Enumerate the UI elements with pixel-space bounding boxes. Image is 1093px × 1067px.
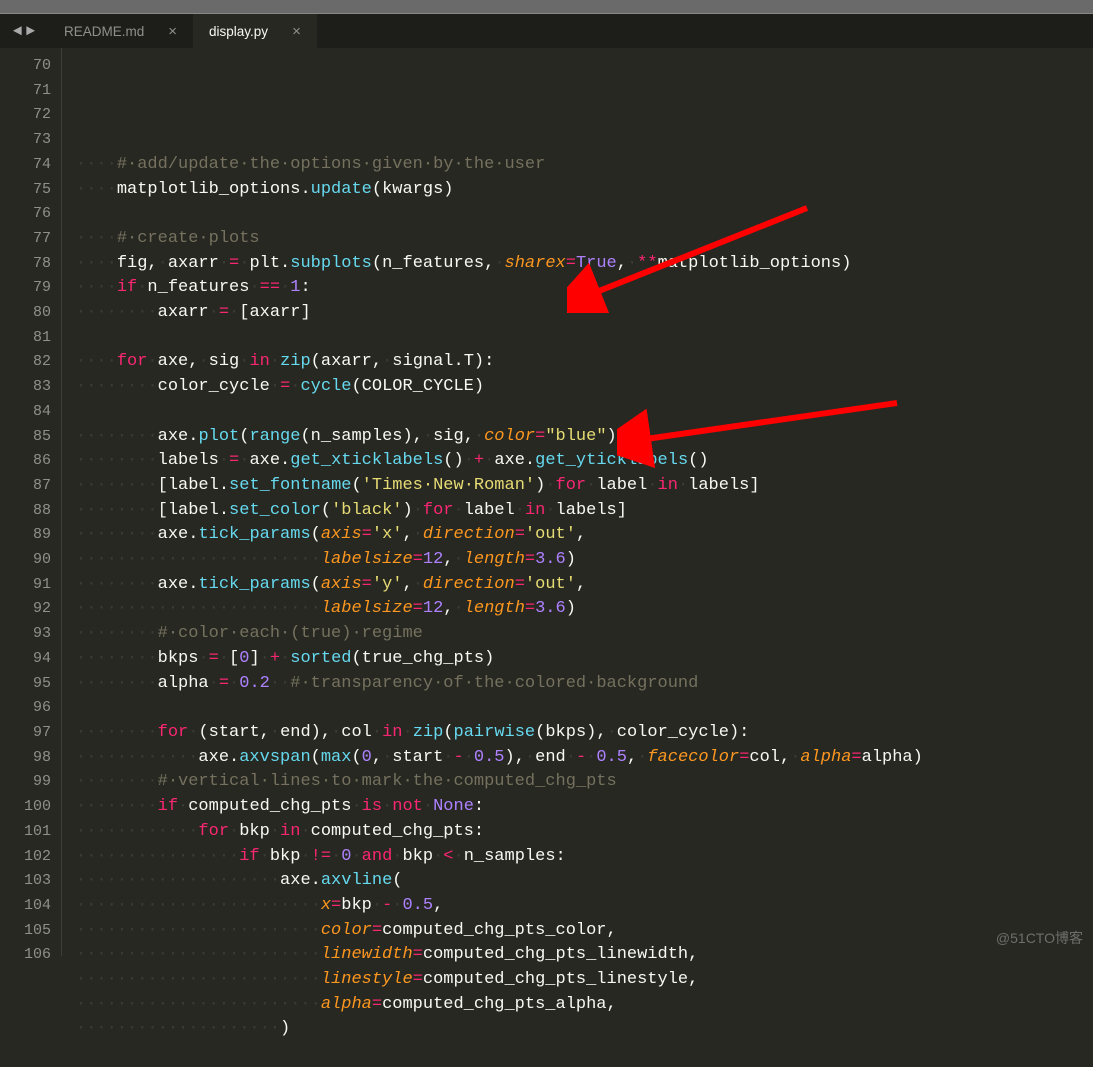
line-number: 75 (0, 178, 51, 203)
code-line: ························labelsize=12,·le… (76, 597, 1093, 622)
code-line: ········alpha·=·0.2··#·transparency·of·t… (76, 672, 1093, 697)
line-number: 79 (0, 276, 51, 301)
line-number: 95 (0, 672, 51, 697)
watermark: @51CTO博客 (996, 928, 1083, 948)
line-number: 90 (0, 548, 51, 573)
code-line: ························labelsize=12,·le… (76, 548, 1093, 573)
line-number: 93 (0, 622, 51, 647)
line-number: 72 (0, 103, 51, 128)
code-area[interactable]: ····#·add/update·the·options·given·by·th… (62, 48, 1093, 956)
tab-readme[interactable]: README.md × (48, 14, 193, 48)
code-line: ········color_cycle·=·cycle(COLOR_CYCLE) (76, 375, 1093, 400)
code-line: ········axe.tick_params(axis='y',·direct… (76, 573, 1093, 598)
tab-label: display.py (209, 24, 268, 39)
line-number: 98 (0, 746, 51, 771)
line-number: 100 (0, 795, 51, 820)
close-icon[interactable]: × (292, 23, 301, 40)
line-number: 87 (0, 474, 51, 499)
line-number: 102 (0, 845, 51, 870)
line-number: 96 (0, 696, 51, 721)
code-line: ····if·n_features·==·1: (76, 276, 1093, 301)
code-line: ····#·create·plots (76, 227, 1093, 252)
code-line (76, 696, 1093, 721)
code-line: ····················) (76, 1017, 1093, 1042)
line-number: 99 (0, 770, 51, 795)
line-number: 97 (0, 721, 51, 746)
line-number: 85 (0, 425, 51, 450)
nav-back-icon[interactable]: ◄ (13, 23, 22, 40)
line-number: 101 (0, 820, 51, 845)
line-number: 103 (0, 869, 51, 894)
code-line: ····················axe.axvline( (76, 869, 1093, 894)
code-line: ········#·color·each·(true)·regime (76, 622, 1093, 647)
code-line: ························x=bkp·-·0.5, (76, 894, 1093, 919)
line-number: 105 (0, 919, 51, 944)
line-number: 73 (0, 128, 51, 153)
code-line: ········if·computed_chg_pts·is·not·None: (76, 795, 1093, 820)
line-number: 94 (0, 647, 51, 672)
line-number: 83 (0, 375, 51, 400)
line-number: 104 (0, 894, 51, 919)
line-number: 88 (0, 499, 51, 524)
line-gutter: 7071727374757677787980818283848586878889… (0, 48, 62, 956)
code-line (76, 400, 1093, 425)
code-line: ········axe.tick_params(axis='x',·direct… (76, 523, 1093, 548)
tab-label: README.md (64, 24, 144, 39)
code-line (76, 326, 1093, 351)
code-line: ········[label.set_fontname('Times·New·R… (76, 474, 1093, 499)
line-number: 80 (0, 301, 51, 326)
code-line: ····fig,·axarr·=·plt.subplots(n_features… (76, 252, 1093, 277)
code-line (76, 202, 1093, 227)
nav-forward-icon[interactable]: ► (26, 23, 35, 40)
close-icon[interactable]: × (168, 23, 177, 40)
code-line: ········bkps·=·[0]·+·sorted(true_chg_pts… (76, 647, 1093, 672)
code-line: ····#·add/update·the·options·given·by·th… (76, 153, 1093, 178)
code-line: ········[label.set_color('black')·for·la… (76, 499, 1093, 524)
title-bar (0, 0, 1093, 14)
code-line: ························linestyle=comput… (76, 968, 1093, 993)
code-line: ········axe.plot(range(n_samples),·sig,·… (76, 425, 1093, 450)
code-line: ············axe.axvspan(max(0,·start·-·0… (76, 746, 1093, 771)
nav-arrows: ◄ ► (0, 14, 48, 48)
line-number: 86 (0, 449, 51, 474)
line-number: 77 (0, 227, 51, 252)
code-line: ········axarr·=·[axarr] (76, 301, 1093, 326)
tab-bar: ◄ ► README.md × display.py × (0, 14, 1093, 48)
code-line: ········for·(start,·end),·col·in·zip(pai… (76, 721, 1093, 746)
line-number: 70 (0, 54, 51, 79)
line-number: 78 (0, 252, 51, 277)
code-line: ················if·bkp·!=·0·and·bkp·<·n_… (76, 845, 1093, 870)
code-line: ····for·axe,·sig·in·zip(axarr,·signal.T)… (76, 350, 1093, 375)
line-number: 92 (0, 597, 51, 622)
editor[interactable]: 7071727374757677787980818283848586878889… (0, 48, 1093, 956)
line-number: 89 (0, 523, 51, 548)
line-number: 71 (0, 79, 51, 104)
line-number: 82 (0, 350, 51, 375)
code-line: ····matplotlib_options.update(kwargs) (76, 178, 1093, 203)
code-line: ························color=computed_c… (76, 919, 1093, 944)
code-line: ········labels·=·axe.get_xticklabels()·+… (76, 449, 1093, 474)
tab-display[interactable]: display.py × (193, 14, 317, 48)
line-number: 84 (0, 400, 51, 425)
code-line (76, 1042, 1093, 1067)
code-line: ········#·vertical·lines·to·mark·the·com… (76, 770, 1093, 795)
code-line: ························alpha=computed_c… (76, 993, 1093, 1018)
line-number: 76 (0, 202, 51, 227)
code-line: ············for·bkp·in·computed_chg_pts: (76, 820, 1093, 845)
line-number: 91 (0, 573, 51, 598)
line-number: 81 (0, 326, 51, 351)
line-number: 74 (0, 153, 51, 178)
